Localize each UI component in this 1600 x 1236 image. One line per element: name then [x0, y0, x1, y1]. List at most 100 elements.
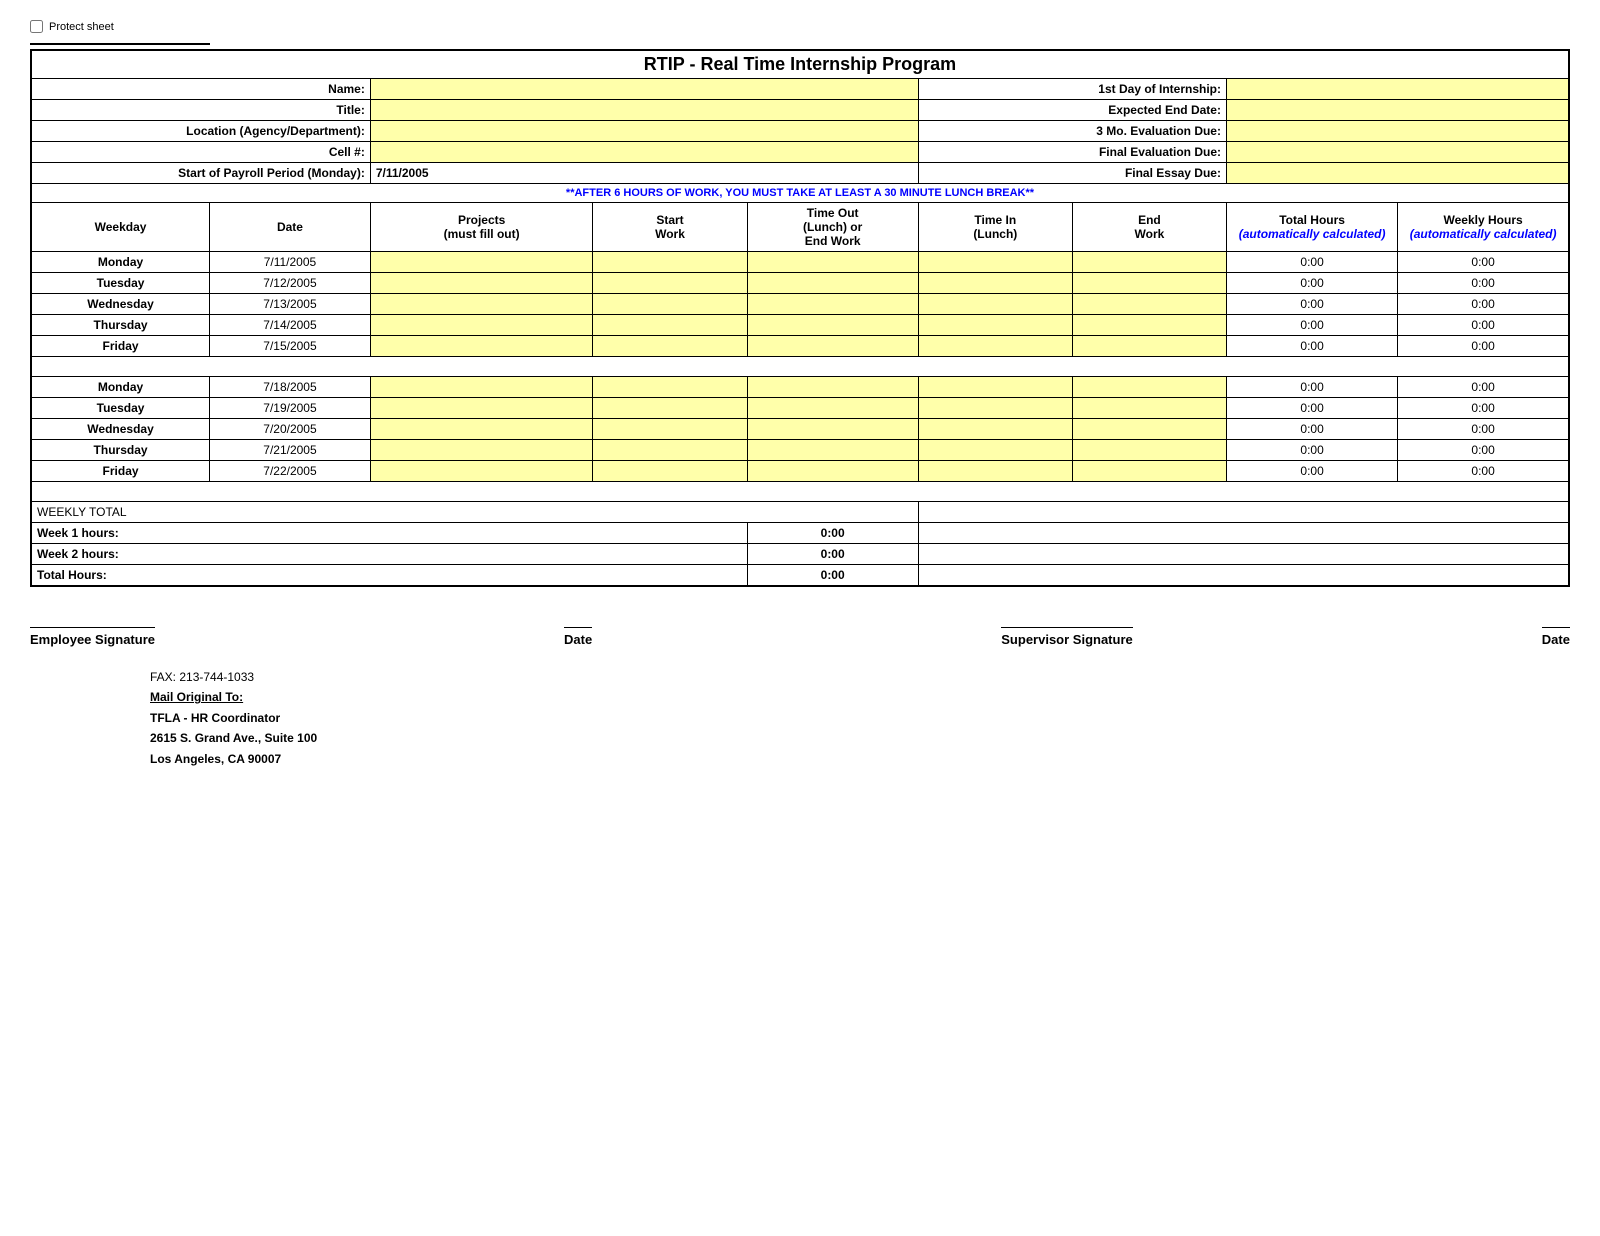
weekly-w2-mon: 0:00 — [1398, 377, 1569, 398]
week1-monday-row: Monday 7/11/2005 0:00 0:00 — [31, 252, 1569, 273]
projects-w1-fri[interactable] — [370, 336, 593, 357]
timein-w2-mon[interactable] — [918, 377, 1072, 398]
start-w1-wed[interactable] — [593, 294, 747, 315]
supervisor-sig-label: Supervisor Signature — [1001, 627, 1132, 647]
total-w1-fri: 0:00 — [1226, 336, 1397, 357]
eval-3mo-label: 3 Mo. Evaluation Due: — [918, 121, 1226, 142]
projects-w2-fri[interactable] — [370, 461, 593, 482]
end-w2-fri[interactable] — [1072, 461, 1226, 482]
location-input[interactable] — [370, 121, 918, 142]
weekly-total-label: WEEKLY TOTAL — [31, 502, 918, 523]
timeout-w1-wed[interactable] — [747, 294, 918, 315]
weekday-w1-mon: Monday — [31, 252, 210, 273]
timeout-w2-mon[interactable] — [747, 377, 918, 398]
projects-w1-thu[interactable] — [370, 315, 593, 336]
header-total-hours: Total Hours (automatically calculated) — [1226, 203, 1397, 252]
header-start-work: Start Work — [593, 203, 747, 252]
timein-w1-mon[interactable] — [918, 252, 1072, 273]
notice-row: **AFTER 6 HOURS OF WORK, YOU MUST TAKE A… — [31, 184, 1569, 203]
end-w2-thu[interactable] — [1072, 440, 1226, 461]
expected-end-input[interactable] — [1226, 100, 1569, 121]
timeout-w1-tue[interactable] — [747, 273, 918, 294]
projects-w2-tue[interactable] — [370, 398, 593, 419]
projects-w2-mon[interactable] — [370, 377, 593, 398]
start-w2-thu[interactable] — [593, 440, 747, 461]
total-w2-wed: 0:00 — [1226, 419, 1397, 440]
header-timeout: Time Out (Lunch) or End Work — [747, 203, 918, 252]
notice-text: **AFTER 6 HOURS OF WORK, YOU MUST TAKE A… — [31, 184, 1569, 203]
footer-line3: Los Angeles, CA 90007 — [150, 749, 1570, 769]
weekly-w2-thu: 0:00 — [1398, 440, 1569, 461]
page-title: RTIP - Real Time Internship Program — [31, 50, 1569, 79]
weekday-w1-thu: Thursday — [31, 315, 210, 336]
projects-w1-wed[interactable] — [370, 294, 593, 315]
timein-w2-fri[interactable] — [918, 461, 1072, 482]
timein-w2-wed[interactable] — [918, 419, 1072, 440]
timein-w1-tue[interactable] — [918, 273, 1072, 294]
protect-checkbox[interactable] — [30, 20, 43, 33]
projects-w2-thu[interactable] — [370, 440, 593, 461]
end-w1-fri[interactable] — [1072, 336, 1226, 357]
sig-date-block-1: Date — [564, 627, 592, 647]
total-w1-wed: 0:00 — [1226, 294, 1397, 315]
total-hours-label: Total Hours: — [31, 565, 747, 587]
start-w2-wed[interactable] — [593, 419, 747, 440]
start-w1-mon[interactable] — [593, 252, 747, 273]
week2-tuesday-row: Tuesday 7/19/2005 0:00 0:00 — [31, 398, 1569, 419]
timeout-w1-fri[interactable] — [747, 336, 918, 357]
projects-w1-mon[interactable] — [370, 252, 593, 273]
projects-w1-tue[interactable] — [370, 273, 593, 294]
title-row-2: Title: Expected End Date: — [31, 100, 1569, 121]
timein-w2-thu[interactable] — [918, 440, 1072, 461]
start-w1-fri[interactable] — [593, 336, 747, 357]
end-w2-mon[interactable] — [1072, 377, 1226, 398]
weekly-w1-mon: 0:00 — [1398, 252, 1569, 273]
week1-hours-value: 0:00 — [747, 523, 918, 544]
end-w2-wed[interactable] — [1072, 419, 1226, 440]
week2-friday-row: Friday 7/22/2005 0:00 0:00 — [31, 461, 1569, 482]
timein-w1-wed[interactable] — [918, 294, 1072, 315]
final-essay-input[interactable] — [1226, 163, 1569, 184]
start-w2-tue[interactable] — [593, 398, 747, 419]
cell-input[interactable] — [370, 142, 918, 163]
date-w2-mon: 7/18/2005 — [210, 377, 371, 398]
date-w1-tue: 7/12/2005 — [210, 273, 371, 294]
location-label: Location (Agency/Department): — [31, 121, 370, 142]
timeout-w1-mon[interactable] — [747, 252, 918, 273]
start-w2-mon[interactable] — [593, 377, 747, 398]
name-input[interactable] — [370, 79, 918, 100]
end-w1-thu[interactable] — [1072, 315, 1226, 336]
sig-date-block-2: Date — [1542, 627, 1570, 647]
payroll-label: Start of Payroll Period (Monday): — [31, 163, 370, 184]
weekly-w1-tue: 0:00 — [1398, 273, 1569, 294]
start-w2-fri[interactable] — [593, 461, 747, 482]
end-w1-wed[interactable] — [1072, 294, 1226, 315]
week1-friday-row: Friday 7/15/2005 0:00 0:00 — [31, 336, 1569, 357]
start-w1-thu[interactable] — [593, 315, 747, 336]
projects-w2-wed[interactable] — [370, 419, 593, 440]
timeout-w1-thu[interactable] — [747, 315, 918, 336]
timeout-w2-thu[interactable] — [747, 440, 918, 461]
total-w2-mon: 0:00 — [1226, 377, 1397, 398]
date-w2-thu: 7/21/2005 — [210, 440, 371, 461]
start-w1-tue[interactable] — [593, 273, 747, 294]
timein-w1-fri[interactable] — [918, 336, 1072, 357]
timeout-w2-fri[interactable] — [747, 461, 918, 482]
week1-hours-row: Week 1 hours: 0:00 — [31, 523, 1569, 544]
end-w2-tue[interactable] — [1072, 398, 1226, 419]
expected-end-label: Expected End Date: — [918, 100, 1226, 121]
first-day-input[interactable] — [1226, 79, 1569, 100]
timeout-w2-tue[interactable] — [747, 398, 918, 419]
end-w1-tue[interactable] — [1072, 273, 1226, 294]
sig-date-label-1: Date — [564, 627, 592, 647]
end-w1-mon[interactable] — [1072, 252, 1226, 273]
timein-w2-tue[interactable] — [918, 398, 1072, 419]
weekly-w1-thu: 0:00 — [1398, 315, 1569, 336]
weekly-total-header-row: WEEKLY TOTAL — [31, 502, 1569, 523]
timein-w1-thu[interactable] — [918, 315, 1072, 336]
final-eval-input[interactable] — [1226, 142, 1569, 163]
date-w2-wed: 7/20/2005 — [210, 419, 371, 440]
timeout-w2-wed[interactable] — [747, 419, 918, 440]
title-input[interactable] — [370, 100, 918, 121]
eval-3mo-input[interactable] — [1226, 121, 1569, 142]
